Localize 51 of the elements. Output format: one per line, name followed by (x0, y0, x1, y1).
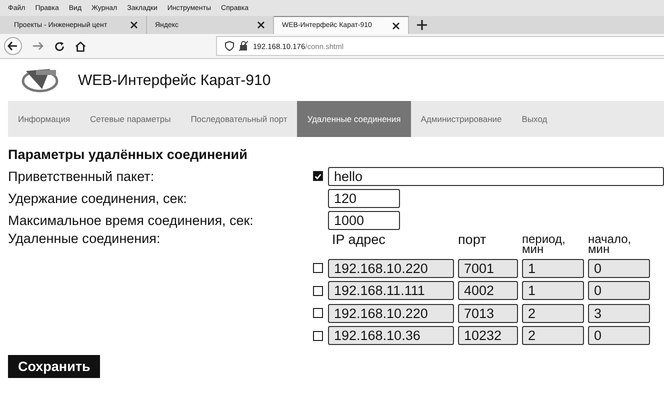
input-field[interactable]: 1000 (328, 210, 400, 230)
lock-icon (239, 41, 248, 51)
input-field[interactable]: 120 (328, 188, 400, 208)
ip-field[interactable]: 192.168.10.220 (328, 258, 454, 278)
nav-tab[interactable]: Удаленные соединения (297, 101, 411, 137)
port-field[interactable]: 4002 (458, 281, 518, 300)
nav-tab[interactable]: Администрирование (410, 101, 512, 137)
close-icon[interactable] (257, 21, 265, 29)
period-field[interactable]: 1 (522, 258, 584, 278)
start-field[interactable]: 3 (588, 304, 650, 323)
start-field[interactable]: 0 (588, 281, 650, 300)
column-header: порт (458, 231, 488, 249)
field-label: Максимальное время соединения, сек: (8, 212, 254, 228)
column-header: начало, мин (588, 231, 632, 254)
ip-field[interactable]: 192.168.11.111 (328, 281, 454, 300)
new-tab-icon[interactable] (417, 20, 427, 30)
period-field[interactable]: 2 (522, 304, 584, 323)
port-field[interactable]: 7013 (458, 304, 518, 323)
reload-icon[interactable] (54, 40, 65, 52)
port-field[interactable]: 7001 (458, 258, 518, 278)
close-icon[interactable] (392, 22, 400, 30)
back-icon[interactable] (4, 37, 22, 55)
site-title: WEB-Интерфейс Карат-910 (78, 72, 271, 88)
input-field[interactable]: hello (328, 166, 664, 186)
start-field[interactable]: 0 (588, 258, 650, 278)
form-title: Параметры удалённых соединений (8, 147, 248, 162)
nav-tab[interactable]: Последовательный порт (180, 101, 298, 137)
checkbox[interactable] (313, 330, 323, 341)
nav-tab[interactable]: Выход (512, 101, 558, 137)
nav-tab[interactable]: Сетевые параметры (80, 101, 181, 137)
period-field[interactable]: 1 (522, 281, 584, 300)
checkbox[interactable] (313, 171, 323, 181)
column-header: период, мин (522, 231, 566, 254)
start-field[interactable]: 0 (588, 326, 650, 346)
shield-icon (225, 41, 234, 51)
ip-field[interactable]: 192.168.10.36 (328, 326, 454, 346)
close-icon[interactable] (130, 21, 138, 29)
field-label: Приветственный пакет: (8, 168, 156, 184)
checkbox[interactable] (313, 308, 323, 318)
period-field[interactable]: 2 (522, 326, 584, 346)
field-label: Удержание соединения, сек: (8, 190, 188, 206)
ip-field[interactable]: 192.168.10.220 (328, 304, 454, 323)
home-icon[interactable] (75, 40, 86, 52)
checkbox[interactable] (313, 286, 323, 296)
field-label: Удаленные соединения: (8, 231, 162, 246)
forward-icon[interactable] (32, 40, 44, 52)
column-header: IP адрес (331, 231, 386, 249)
checkbox[interactable] (313, 263, 323, 274)
nav-tab[interactable]: Информация (8, 101, 80, 137)
save-button[interactable]: Сохранить (8, 355, 100, 378)
port-field[interactable]: 10232 (458, 326, 518, 346)
